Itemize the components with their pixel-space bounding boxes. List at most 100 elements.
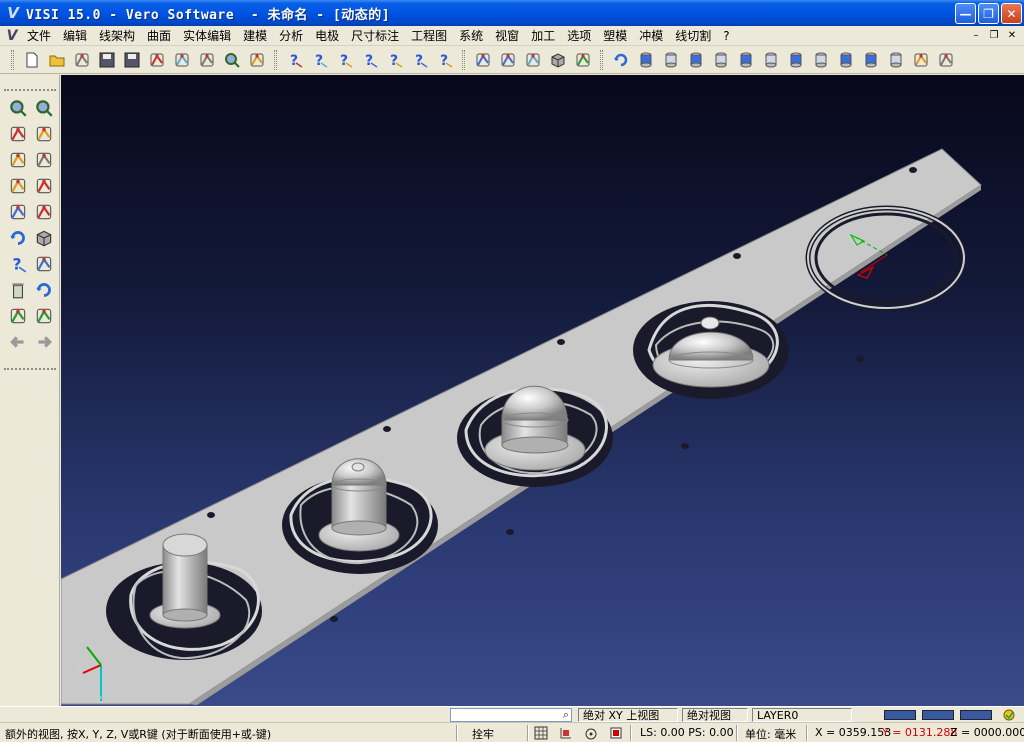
- rotate-view-button[interactable]: [610, 49, 632, 71]
- menu-item-2[interactable]: 线架构: [93, 27, 141, 45]
- stop-icon[interactable]: [608, 725, 624, 742]
- cylinder-8-button[interactable]: [810, 49, 832, 71]
- sketch-button[interactable]: [32, 123, 56, 145]
- mold-tool-button[interactable]: [522, 49, 544, 71]
- maximize-button[interactable]: ❐: [978, 3, 999, 24]
- menu-item-10[interactable]: 系统: [453, 27, 489, 45]
- dimension-button[interactable]: [32, 253, 56, 275]
- view-mode-swatch-1[interactable]: [884, 710, 916, 720]
- query-distance-button[interactable]: ?: [359, 49, 381, 71]
- pin-button[interactable]: [572, 49, 594, 71]
- minimize-button[interactable]: —: [955, 3, 976, 24]
- query-normal-button[interactable]: ?: [434, 49, 456, 71]
- view-mode-swatch-3[interactable]: [960, 710, 992, 720]
- open-folder-button[interactable]: [46, 49, 68, 71]
- menu-item-7[interactable]: 电极: [309, 27, 345, 45]
- surface-button[interactable]: [32, 201, 56, 223]
- open-part-button[interactable]: [71, 49, 93, 71]
- menu-item-13[interactable]: 选项: [561, 27, 597, 45]
- toolbar-grip[interactable]: [11, 49, 14, 70]
- cylinder-7-button[interactable]: [785, 49, 807, 71]
- screen-capture-button[interactable]: [32, 305, 56, 327]
- cylinder-2-button[interactable]: [660, 49, 682, 71]
- save-button[interactable]: [96, 49, 118, 71]
- cylinder-3-button[interactable]: [685, 49, 707, 71]
- cylinder-1-button[interactable]: [635, 49, 657, 71]
- view-top-button[interactable]: 绝对 XY 上视图: [578, 708, 678, 722]
- wire-edit-button[interactable]: [6, 149, 30, 171]
- doc-minimize-button[interactable]: –: [968, 28, 984, 42]
- query-angle-button[interactable]: ?: [384, 49, 406, 71]
- zoom-pencil-button[interactable]: [32, 97, 56, 119]
- undo-view-button[interactable]: [32, 279, 56, 301]
- command-input[interactable]: ⌕: [450, 708, 572, 722]
- zoom-button[interactable]: [221, 49, 243, 71]
- new-file-button[interactable]: [21, 49, 43, 71]
- help-button[interactable]: ?: [284, 49, 306, 71]
- frame-button[interactable]: [6, 123, 30, 145]
- arrow-right-button[interactable]: [32, 331, 56, 353]
- cursor-icon[interactable]: [558, 725, 574, 742]
- menu-item-16[interactable]: 线切割: [669, 27, 717, 45]
- toolbar-grip[interactable]: [462, 49, 465, 70]
- doc-restore-button[interactable]: ❐: [986, 28, 1002, 42]
- menu-item-3[interactable]: 曲面: [141, 27, 177, 45]
- document-logo-icon[interactable]: V: [3, 27, 21, 45]
- solid-cube-button[interactable]: [32, 227, 56, 249]
- transform-button[interactable]: [497, 49, 519, 71]
- layers-button[interactable]: [6, 201, 30, 223]
- curve-tool-button[interactable]: [6, 175, 30, 197]
- title-bar[interactable]: V VISI 15.0 - Vero Software - 未命名 - [动态的…: [0, 0, 1024, 26]
- cylinder-4-button[interactable]: [710, 49, 732, 71]
- view-layout-button[interactable]: [246, 49, 268, 71]
- import-button[interactable]: [171, 49, 193, 71]
- trash-button[interactable]: [6, 279, 30, 301]
- render-icon[interactable]: [1000, 708, 1018, 722]
- grid-button[interactable]: [910, 49, 932, 71]
- query-button[interactable]: ?: [6, 253, 30, 275]
- snap-toggle[interactable]: 拴牢: [472, 726, 494, 742]
- save-as-button[interactable]: [121, 49, 143, 71]
- menu-item-6[interactable]: 分析: [273, 27, 309, 45]
- toolbar-grip[interactable]: [600, 49, 603, 70]
- box-shaded-button[interactable]: [547, 49, 569, 71]
- print-button[interactable]: [146, 49, 168, 71]
- query-curve-button[interactable]: ?: [409, 49, 431, 71]
- tree-button[interactable]: [472, 49, 494, 71]
- cylinder-10-button[interactable]: [860, 49, 882, 71]
- pen-button[interactable]: [32, 175, 56, 197]
- menu-item-15[interactable]: 冲模: [633, 27, 669, 45]
- arrow-left-button[interactable]: [6, 331, 30, 353]
- menu-item-4[interactable]: 实体编辑: [177, 27, 237, 45]
- menu-item-11[interactable]: 视窗: [489, 27, 525, 45]
- 3d-viewport[interactable]: X Y Z: [61, 75, 1024, 706]
- lock-icon[interactable]: [583, 725, 599, 742]
- cylinder-6-button[interactable]: [760, 49, 782, 71]
- snap-button[interactable]: [935, 49, 957, 71]
- palette-grip[interactable]: [4, 89, 56, 91]
- station-4-dome[interactable]: [633, 301, 789, 399]
- query-entity-button[interactable]: ?: [334, 49, 356, 71]
- menu-item-17[interactable]: ?: [717, 27, 735, 45]
- grid-icon[interactable]: [533, 725, 549, 742]
- layer-selector[interactable]: LAYER0: [752, 708, 852, 722]
- menu-item-5[interactable]: 建模: [237, 27, 273, 45]
- note-button[interactable]: [32, 149, 56, 171]
- view-mode-swatch-2[interactable]: [922, 710, 954, 720]
- zoom-window-button[interactable]: [6, 97, 30, 119]
- close-button[interactable]: ✕: [1001, 3, 1022, 24]
- cylinder-5-button[interactable]: [735, 49, 757, 71]
- menu-item-8[interactable]: 尺寸标注: [345, 27, 405, 45]
- export-button[interactable]: [196, 49, 218, 71]
- cylinder-9-button[interactable]: [835, 49, 857, 71]
- menu-item-1[interactable]: 编辑: [57, 27, 93, 45]
- doc-close-button[interactable]: ✕: [1004, 28, 1020, 42]
- menu-item-9[interactable]: 工程图: [405, 27, 453, 45]
- view-absolute-button[interactable]: 绝对视图: [682, 708, 748, 722]
- menu-item-14[interactable]: 塑模: [597, 27, 633, 45]
- properties-button[interactable]: [6, 305, 30, 327]
- menu-item-12[interactable]: 加工: [525, 27, 561, 45]
- refresh-button[interactable]: [6, 227, 30, 249]
- menu-item-0[interactable]: 文件: [21, 27, 57, 45]
- cylinder-11-button[interactable]: [885, 49, 907, 71]
